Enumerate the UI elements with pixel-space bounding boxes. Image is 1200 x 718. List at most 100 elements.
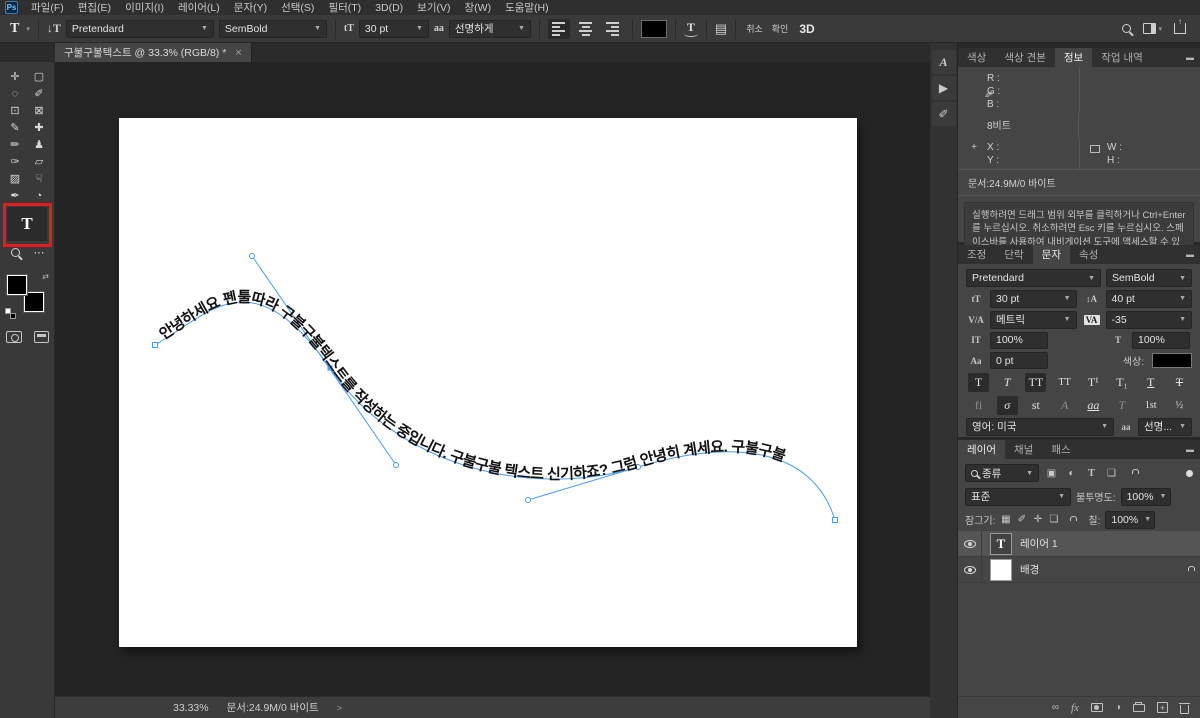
type-tool[interactable]: T — [7, 207, 47, 241]
text-layer-thumbnail[interactable]: T — [990, 532, 1012, 555]
tab-paragraph[interactable]: 단락 — [995, 245, 1032, 264]
menu-help[interactable]: 도움말(H) — [498, 0, 556, 15]
anti-alias-select[interactable]: 선명하게 ▼ — [448, 19, 531, 38]
tab-paths[interactable]: 패스 — [1042, 440, 1079, 459]
tab-adjustments[interactable]: 조정 — [958, 245, 995, 264]
panel-menu-icon[interactable]: ▬ — [1186, 53, 1194, 62]
edit-toolbar-button[interactable]: ⋯ — [31, 245, 47, 260]
char-vertical-scale-field[interactable]: 100% — [990, 331, 1048, 349]
search-icon[interactable] — [1122, 24, 1132, 33]
swash-button[interactable]: A — [1054, 396, 1075, 415]
screen-mode-icon[interactable] — [33, 331, 49, 343]
new-group-icon[interactable] — [1133, 701, 1145, 712]
type-tool-preset-icon[interactable]: T — [8, 21, 21, 37]
char-leading-select[interactable]: 40 pt ▼ — [1105, 289, 1192, 308]
tab-history[interactable]: 작업 내역 — [1092, 48, 1152, 67]
menu-image[interactable]: 이미지(I) — [118, 0, 171, 15]
filter-adjustment-layers-icon[interactable]: ◐ — [1064, 468, 1079, 479]
path-text[interactable]: 안녕하세요 펜툴따라 구불구불텍스트를 작성하는 중입니다. 구불구불 텍스트 … — [156, 289, 789, 483]
contextual-alternates-button[interactable]: σ — [996, 395, 1018, 415]
menu-window[interactable]: 창(W) — [458, 0, 499, 15]
delete-layer-icon[interactable] — [1179, 702, 1190, 714]
timeline-panel-icon[interactable]: ▶ — [931, 76, 956, 100]
menu-3d[interactable]: 3D(D) — [368, 2, 410, 14]
clone-stamp-tool[interactable]: ♟ — [31, 137, 47, 152]
foreground-color-swatch[interactable] — [6, 274, 28, 296]
menu-file[interactable]: 파일(F) — [24, 0, 71, 15]
opacity-select[interactable]: 100% ▼ — [1120, 487, 1171, 506]
path-handle-point[interactable] — [249, 253, 255, 259]
glyphs-panel-icon[interactable]: A — [931, 50, 956, 74]
gradient-tool[interactable]: ▨ — [7, 171, 23, 186]
visibility-toggle[interactable] — [958, 557, 982, 582]
tab-character[interactable]: 문자 — [1032, 245, 1070, 264]
faux-bold-button[interactable]: T — [968, 373, 989, 392]
document-tab[interactable]: 구불구불텍스트 @ 33.3% (RGB/8) * × — [55, 43, 252, 62]
filter-toggle-icon[interactable] — [1186, 469, 1193, 477]
blend-mode-select[interactable]: 표준 ▼ — [965, 487, 1071, 506]
tab-layers[interactable]: 레이어 — [958, 440, 1005, 459]
char-kerning-select[interactable]: 메트릭 ▼ — [990, 310, 1077, 329]
panel-menu-icon[interactable]: ▬ — [1186, 445, 1194, 454]
subscript-button[interactable]: T₁ — [1112, 373, 1133, 392]
char-tracking-select[interactable]: -35 ▼ — [1105, 310, 1192, 329]
lasso-tool[interactable]: ◌ — [7, 86, 23, 101]
align-right-button[interactable] — [602, 19, 624, 39]
char-horizontal-scale-field[interactable]: 100% — [1132, 331, 1190, 349]
default-colors-icon[interactable] — [5, 308, 16, 319]
path-handle-point[interactable] — [393, 462, 399, 468]
tab-info[interactable]: 정보 — [1054, 48, 1093, 67]
char-color-swatch[interactable] — [1152, 353, 1192, 369]
move-tool[interactable]: ✛ — [7, 69, 23, 84]
share-icon[interactable] — [1174, 19, 1186, 34]
visibility-toggle[interactable] — [958, 531, 982, 556]
layer-name[interactable]: 레이어 1 — [1020, 536, 1058, 551]
add-mask-icon[interactable] — [1090, 703, 1103, 712]
path-anchor-start[interactable] — [152, 342, 158, 348]
font-style-select[interactable]: SemBold ▼ — [218, 19, 327, 38]
smudge-tool[interactable]: ☟ — [31, 171, 47, 186]
spot-healing-brush-tool[interactable]: ✚ — [31, 120, 47, 135]
link-layers-icon[interactable]: ∞ — [1052, 702, 1059, 713]
char-size-select[interactable]: 30 pt ▼ — [990, 289, 1077, 308]
dodge-tool[interactable]: ◔ — [31, 188, 47, 203]
font-size-select[interactable]: 30 pt ▼ — [358, 19, 429, 38]
filter-pixel-layers-icon[interactable]: ▣ — [1044, 468, 1059, 479]
text-color-swatch[interactable] — [640, 19, 667, 38]
fractions-button[interactable]: ½ — [1169, 396, 1190, 415]
align-left-button[interactable] — [547, 18, 570, 39]
small-caps-button[interactable]: TT — [1054, 373, 1075, 392]
document[interactable]: 안녕하세요 펜툴따라 구불구불텍스트를 작성하는 중입니다. 구불구불 텍스트 … — [119, 118, 857, 647]
cancel-edit-button[interactable]: 취소 — [744, 22, 765, 35]
text-orientation-icon[interactable]: ↓T — [47, 21, 61, 36]
bit-depth[interactable]: 8비트 — [958, 113, 1079, 138]
new-layer-icon[interactable]: + — [1157, 702, 1168, 713]
lock-position-icon[interactable]: ✛ — [1032, 514, 1043, 525]
zoom-tool[interactable] — [7, 245, 23, 260]
titling-alternates-button[interactable]: T — [1112, 396, 1133, 415]
background-layer-thumbnail[interactable] — [990, 558, 1012, 581]
underline-button[interactable]: T — [1140, 373, 1161, 392]
layer-effects-icon[interactable]: fx — [1071, 702, 1079, 714]
warp-text-icon[interactable]: T — [683, 20, 698, 38]
menu-layer[interactable]: 레이어(L) — [171, 0, 227, 15]
eraser-tool[interactable]: ▱ — [31, 154, 47, 169]
history-brush-tool[interactable]: ✑ — [7, 154, 23, 169]
align-center-button[interactable] — [575, 19, 597, 39]
layer-filter-kind-select[interactable]: 종류 ▼ — [965, 464, 1039, 482]
layer-name[interactable]: 배경 — [1020, 562, 1039, 577]
tab-color[interactable]: 색상 — [958, 48, 995, 67]
type-path[interactable] — [154, 301, 836, 521]
close-icon[interactable]: × — [235, 47, 241, 59]
layer-row-background[interactable]: 배경 — [958, 557, 1200, 583]
filter-shape-layers-icon[interactable]: ❏ — [1104, 468, 1119, 479]
lock-artboard-icon[interactable]: ❏ — [1048, 514, 1059, 525]
swap-colors-icon[interactable]: ⇄ — [42, 272, 49, 281]
ordinals-button[interactable]: 1st — [1140, 396, 1161, 415]
superscript-button[interactable]: T¹ — [1083, 373, 1104, 392]
path-anchor-end[interactable] — [832, 517, 838, 523]
char-anti-alias-select[interactable]: 선명... ▼ — [1138, 417, 1192, 436]
new-adjustment-layer-icon[interactable]: ◑ — [1115, 702, 1121, 713]
quick-selection-tool[interactable]: ✐ — [31, 86, 47, 101]
toggle-panels-icon[interactable]: ▤ — [715, 21, 727, 37]
